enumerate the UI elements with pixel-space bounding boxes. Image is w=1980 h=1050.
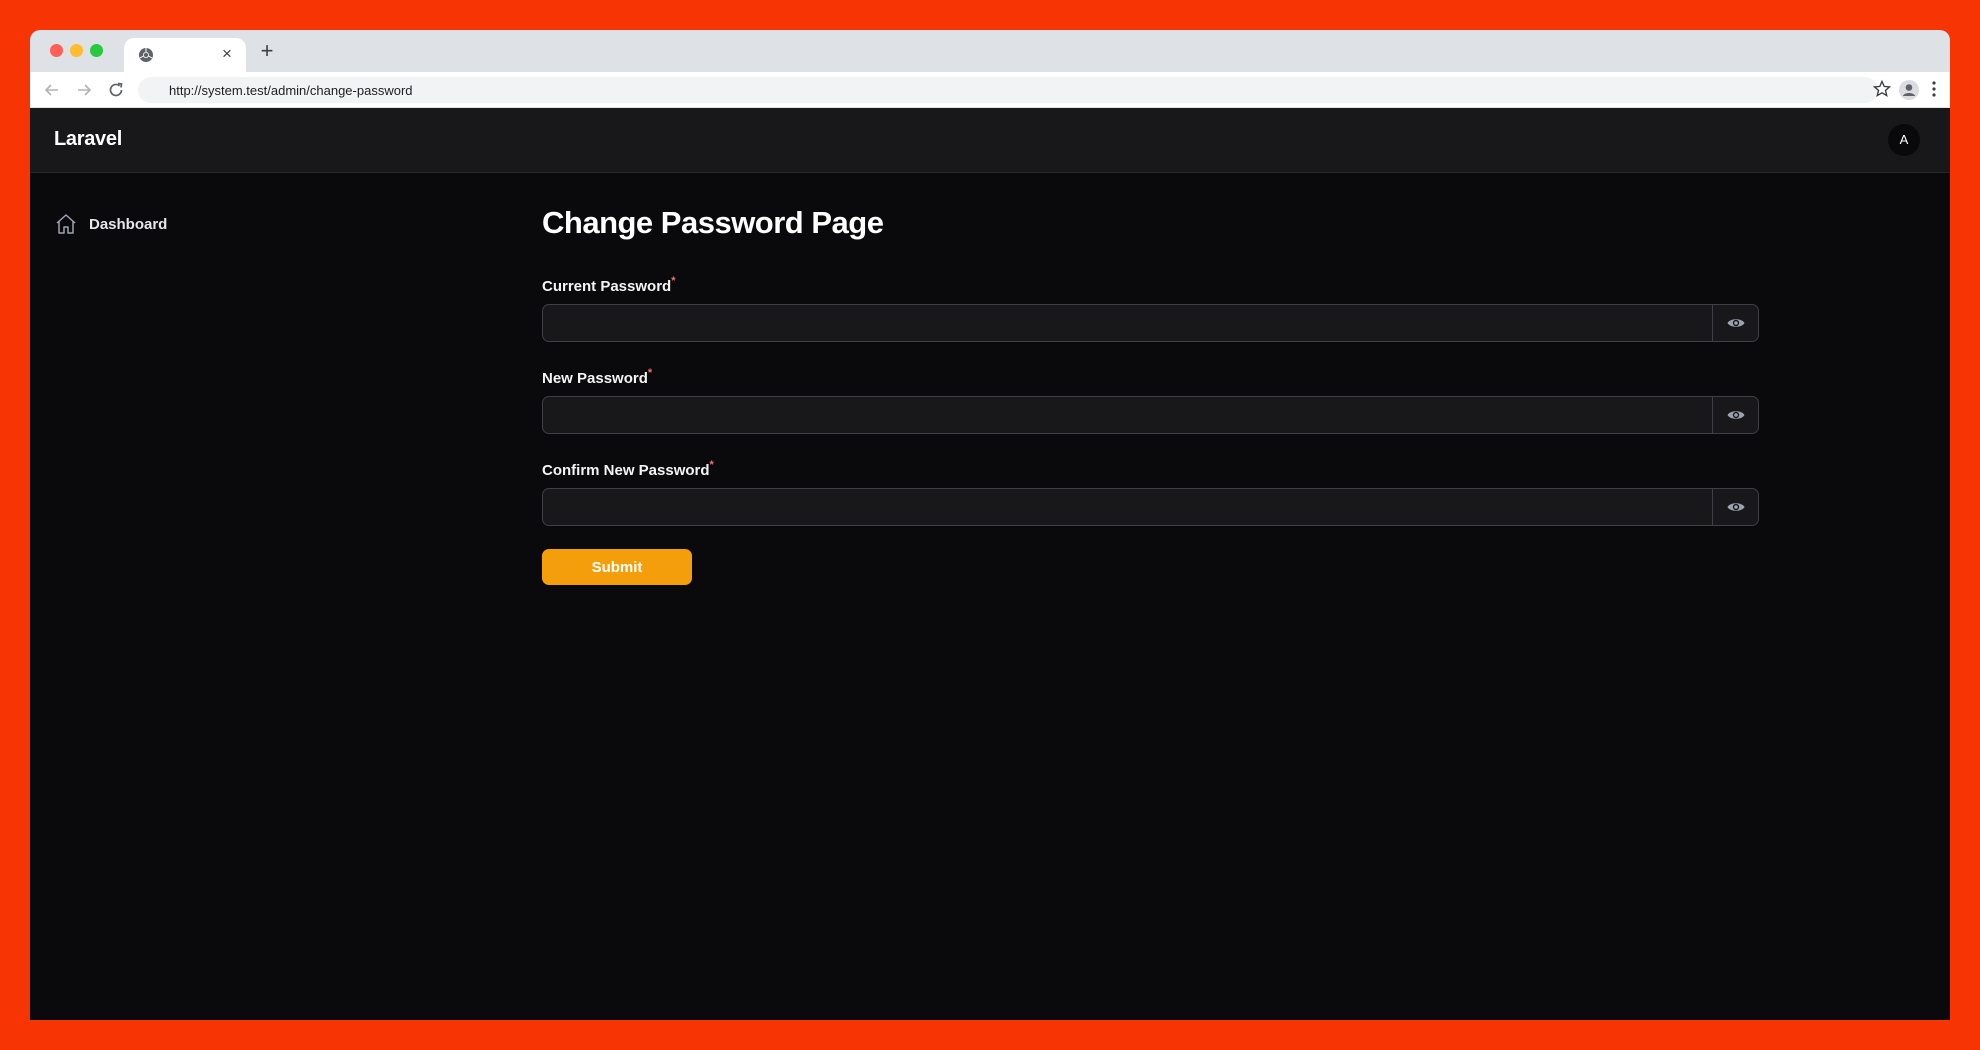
bookmark-star-icon[interactable] [1872,79,1892,99]
confirm-new-password-field [542,488,1759,526]
new-password-label: New Password* [542,367,653,387]
current-password-input[interactable] [543,305,1713,341]
sidebar-item-dashboard[interactable]: Dashboard [54,210,354,238]
back-arrow-icon[interactable] [42,80,62,100]
eye-icon [1727,503,1744,511]
required-asterisk: * [709,459,714,471]
close-window-button[interactable] [50,44,63,57]
url-text[interactable]: http://system.test/admin/change-password [169,83,413,98]
browser-window: × + http://system.test/admin/change-pass… [30,30,1950,1020]
chrome-icon [139,48,153,62]
tab-strip: × + [30,30,1950,72]
new-password-field [542,396,1759,434]
minimize-window-button[interactable] [70,44,83,57]
maximize-window-button[interactable] [90,44,103,57]
toggle-password-visibility-button[interactable] [1712,397,1758,433]
toggle-password-visibility-button[interactable] [1712,489,1758,525]
required-asterisk: * [647,367,653,379]
forward-arrow-icon[interactable] [74,80,94,100]
user-avatar[interactable]: A [1888,124,1920,156]
page-title: Change Password Page [542,205,884,240]
toggle-password-visibility-button[interactable] [1712,305,1758,341]
field-label-text: Confirm New Password [542,462,710,479]
browser-tab[interactable]: × [124,38,246,72]
new-password-input[interactable] [543,397,1713,433]
brand-logo[interactable]: Laravel [54,128,122,151]
reload-icon[interactable] [106,80,126,100]
confirm-new-password-label: Confirm New Password* [542,459,714,479]
current-password-field [542,304,1759,342]
sidebar-item-label: Dashboard [89,215,168,233]
profile-icon[interactable] [1898,79,1920,101]
current-password-label: Current Password* [542,275,676,295]
address-bar[interactable]: http://system.test/admin/change-password [138,77,1878,103]
home-icon [56,214,76,234]
required-asterisk: * [671,275,676,287]
submit-button[interactable]: Submit [542,549,692,585]
more-options-icon[interactable] [1924,79,1944,99]
field-label-text: Current Password [542,278,672,295]
browser-toolbar: http://system.test/admin/change-password [30,72,1950,108]
app-header: Laravel A [30,108,1950,173]
eye-icon [1727,411,1744,419]
confirm-new-password-input[interactable] [543,489,1713,525]
new-tab-button[interactable]: + [256,40,278,63]
eye-icon [1727,319,1744,327]
close-tab-icon[interactable]: × [218,45,236,63]
field-label-text: New Password [542,370,648,387]
